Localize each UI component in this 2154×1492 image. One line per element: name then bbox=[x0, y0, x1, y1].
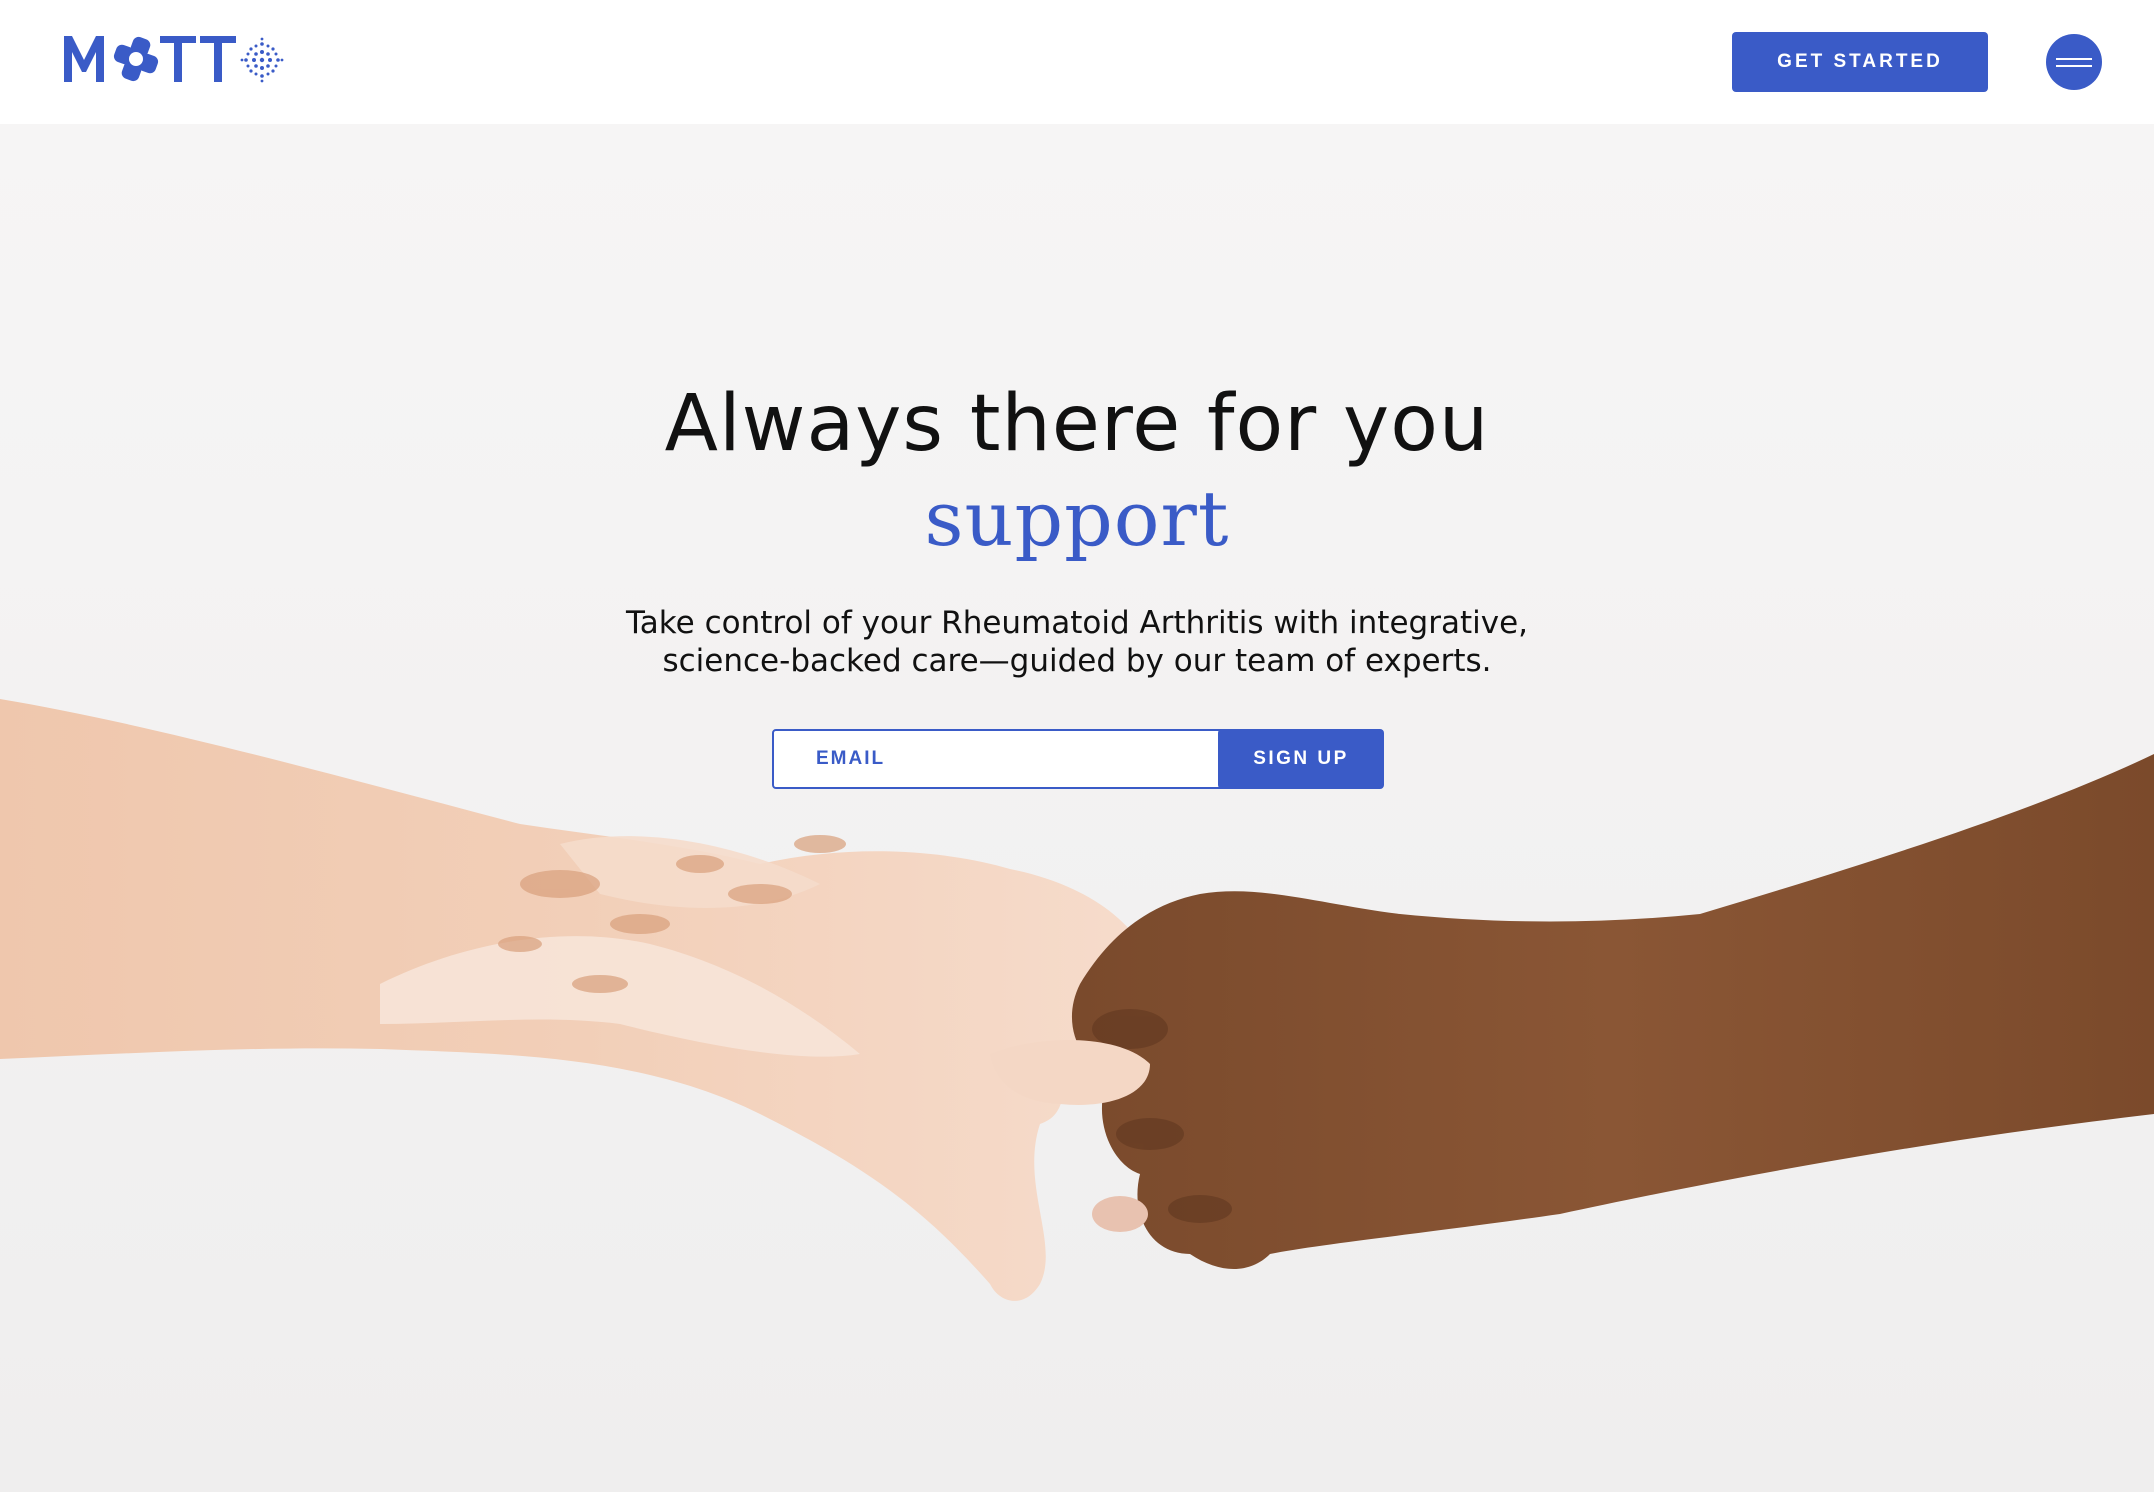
hero-subcopy: Take control of your Rheumatoid Arthriti… bbox=[577, 604, 1577, 680]
get-started-button[interactable]: GET STARTED bbox=[1732, 32, 1988, 92]
logo-mark-icon bbox=[64, 36, 284, 83]
hero-section: Always there for you support Take contro… bbox=[0, 124, 2154, 1492]
hero-headline: Always there for you bbox=[664, 379, 1490, 469]
hero-rotating-word: support bbox=[924, 474, 1230, 563]
hands-photo bbox=[0, 699, 2154, 1301]
hamburger-icon[interactable] bbox=[2046, 34, 2102, 90]
subcopy-line-1: Take control of your Rheumatoid Arthriti… bbox=[626, 605, 1528, 641]
signup-form: SIGN UP bbox=[0, 729, 2154, 791]
menu-line bbox=[2056, 58, 2092, 60]
sign-up-button[interactable]: SIGN UP bbox=[1218, 729, 1384, 789]
menu-line bbox=[2056, 65, 2092, 67]
motto-logo[interactable]: MOTTO bbox=[62, 30, 292, 86]
site-header: MOTTO bbox=[0, 0, 2154, 124]
subcopy-line-2: science-backed care—guided by our team o… bbox=[662, 643, 1492, 679]
email-input[interactable] bbox=[772, 729, 1246, 789]
